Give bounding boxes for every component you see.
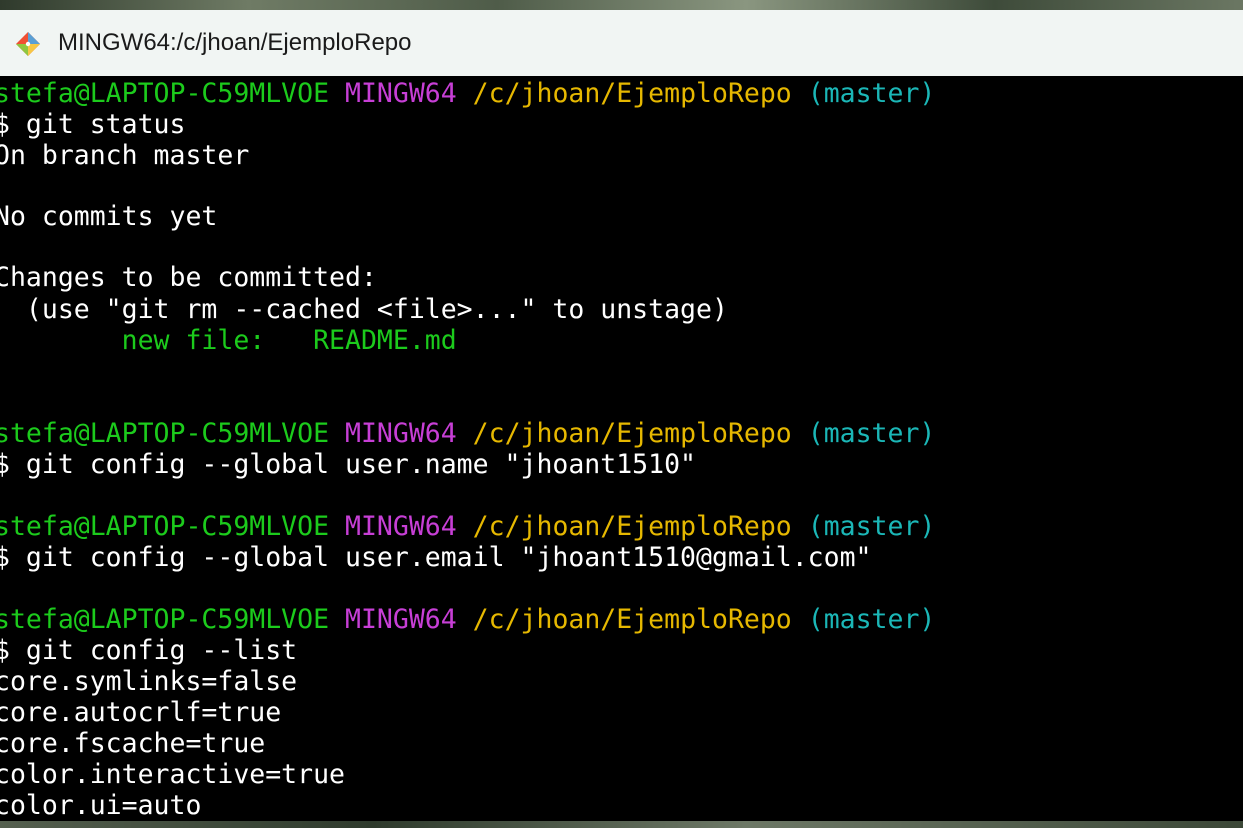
prompt-user-host: stefa@LAPTOP-C59MLVOE [0, 511, 330, 542]
prompt-shell: MINGW64 [345, 511, 457, 542]
output-line: No commits yet [0, 201, 218, 232]
desktop-background-bottom [0, 821, 1243, 828]
git-bash-icon [16, 32, 40, 56]
output-line: Changes to be committed: [0, 262, 377, 293]
command-line: $ git config --global user.name "jhoant1… [0, 449, 696, 480]
command-line: $ git status [0, 109, 186, 140]
terminal-output[interactable]: stefa@LAPTOP-C59MLVOE MINGW64 /c/jhoan/E… [0, 76, 1243, 821]
output-line: (use "git rm --cached <file>..." to unst… [0, 294, 728, 325]
desktop-background-top [0, 0, 1243, 10]
config-line: color.ui=auto [0, 790, 202, 821]
title-bar[interactable]: MINGW64:/c/jhoan/EjemploRepo [0, 10, 1243, 76]
prompt-line: stefa@LAPTOP-C59MLVOE MINGW64 /c/jhoan/E… [0, 78, 935, 109]
config-line: color.interactive=true [0, 759, 345, 790]
prompt-line: stefa@LAPTOP-C59MLVOE MINGW64 /c/jhoan/E… [0, 418, 935, 449]
prompt-path: /c/jhoan/EjemploRepo [472, 604, 792, 635]
prompt-user-host: stefa@LAPTOP-C59MLVOE [0, 604, 330, 635]
prompt-path: /c/jhoan/EjemploRepo [472, 78, 792, 109]
prompt-line: stefa@LAPTOP-C59MLVOE MINGW64 /c/jhoan/E… [0, 604, 935, 635]
prompt-shell: MINGW64 [345, 418, 457, 449]
prompt-branch: (master) [807, 511, 936, 542]
prompt-branch: (master) [807, 78, 936, 109]
prompt-branch: (master) [807, 418, 936, 449]
prompt-user-host: stefa@LAPTOP-C59MLVOE [0, 418, 330, 449]
prompt-shell: MINGW64 [345, 604, 457, 635]
prompt-path: /c/jhoan/EjemploRepo [472, 511, 792, 542]
command-line: $ git config --list [0, 635, 298, 666]
terminal-window: MINGW64:/c/jhoan/EjemploRepo stefa@LAPTO… [0, 0, 1243, 828]
staged-file-line: new file: README.md [0, 325, 457, 356]
prompt-user-host: stefa@LAPTOP-C59MLVOE [0, 78, 330, 109]
config-line: core.symlinks=false [0, 666, 298, 697]
prompt-line: stefa@LAPTOP-C59MLVOE MINGW64 /c/jhoan/E… [0, 511, 935, 542]
prompt-branch: (master) [807, 604, 936, 635]
config-line: core.fscache=true [0, 728, 266, 759]
prompt-shell: MINGW64 [345, 78, 457, 109]
window-title: MINGW64:/c/jhoan/EjemploRepo [58, 29, 412, 56]
config-line: core.autocrlf=true [0, 697, 282, 728]
output-line: On branch master [0, 140, 250, 171]
prompt-path: /c/jhoan/EjemploRepo [472, 418, 792, 449]
command-line: $ git config --global user.email "jhoant… [0, 542, 872, 573]
